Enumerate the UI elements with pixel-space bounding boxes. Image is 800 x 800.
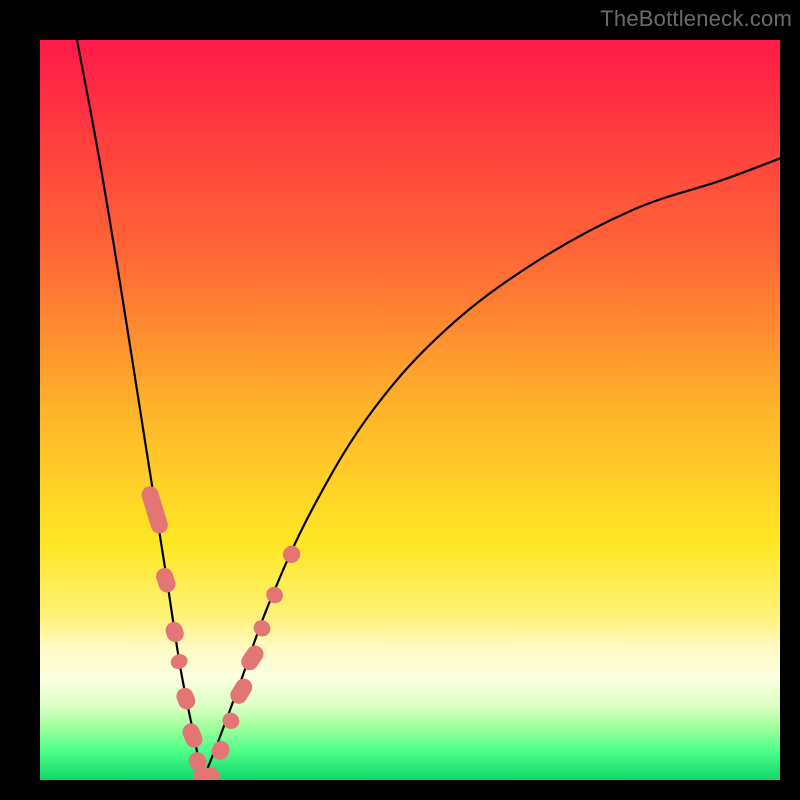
data-marker	[239, 643, 266, 673]
data-marker	[194, 768, 219, 780]
curve-left-arm	[77, 40, 203, 780]
data-marker	[264, 584, 286, 606]
data-marker	[154, 566, 177, 594]
data-marker	[228, 676, 255, 706]
chart-svg	[40, 40, 780, 780]
chart-frame: TheBottleneck.com	[0, 0, 800, 800]
curve-group	[77, 40, 780, 780]
watermark-text: TheBottleneck.com	[600, 6, 792, 32]
markers-group	[140, 485, 303, 780]
data-marker	[164, 620, 185, 644]
data-marker	[280, 543, 303, 566]
curve-right-arm	[203, 158, 780, 780]
data-marker	[140, 485, 169, 535]
plot-area	[40, 40, 780, 780]
data-marker	[180, 721, 204, 749]
data-marker	[209, 739, 231, 762]
data-marker	[251, 618, 273, 640]
data-marker	[169, 652, 189, 670]
data-marker	[175, 686, 197, 711]
